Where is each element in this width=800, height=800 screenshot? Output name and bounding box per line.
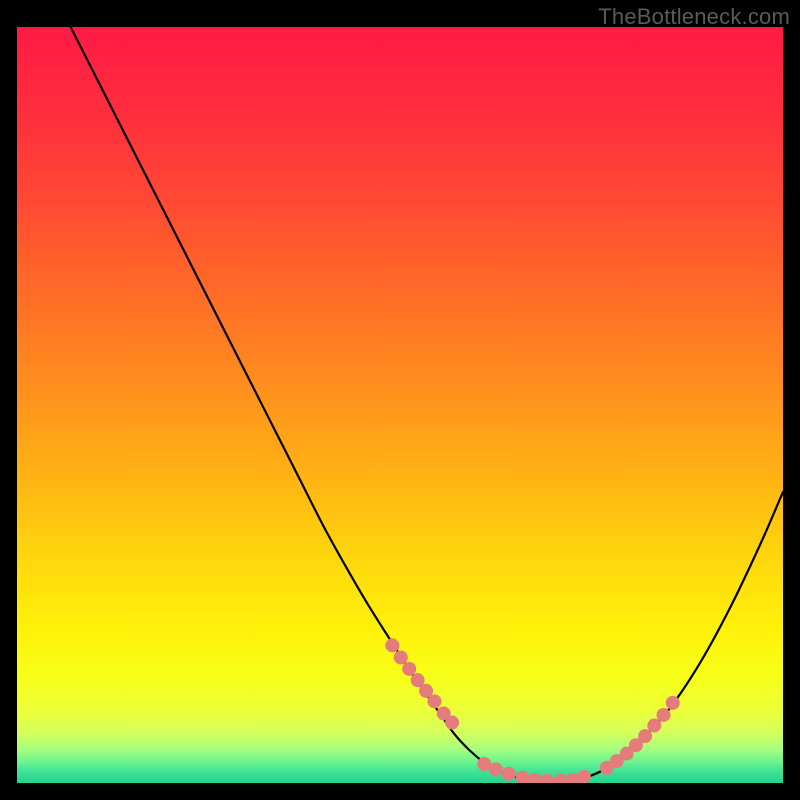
data-marker (577, 770, 591, 783)
data-marker (666, 696, 680, 710)
data-marker (427, 694, 441, 708)
data-marker (647, 719, 661, 733)
data-marker (540, 774, 554, 783)
curve-layer (17, 27, 783, 783)
data-marker (489, 762, 503, 776)
watermark-text: TheBottleneck.com (598, 4, 790, 30)
data-marker (394, 651, 408, 665)
data-marker (445, 716, 459, 730)
plot-area (17, 27, 783, 783)
data-marker (528, 773, 542, 783)
data-marker (402, 662, 416, 676)
data-marker (502, 767, 516, 781)
data-marker (657, 708, 671, 722)
data-marker (385, 638, 399, 652)
data-marker (638, 729, 652, 743)
chart-frame: TheBottleneck.com (0, 0, 800, 800)
marker-group (385, 638, 679, 783)
bottleneck-curve (71, 27, 783, 782)
data-marker (516, 771, 530, 783)
